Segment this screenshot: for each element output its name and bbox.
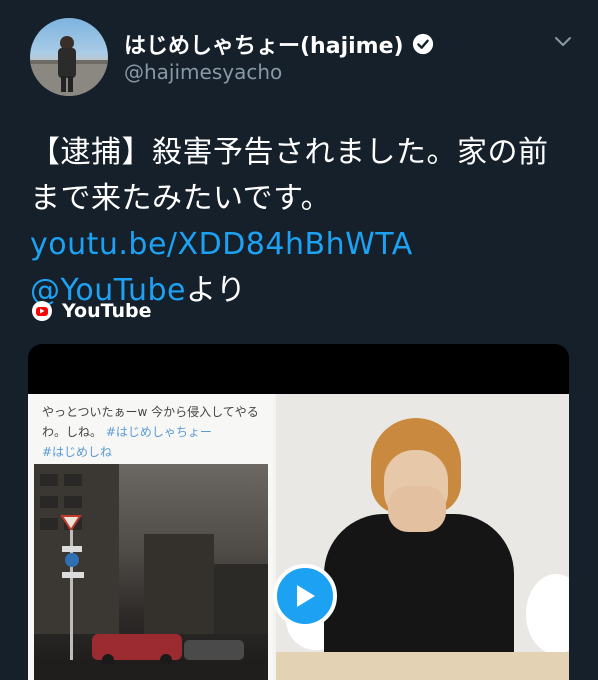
author-name-row: はじめしゃちょー(hajime) xyxy=(124,28,434,60)
play-button[interactable] xyxy=(273,564,337,628)
display-name[interactable]: はじめしゃちょー(hajime) xyxy=(124,28,404,60)
avatar-photo xyxy=(30,36,108,96)
card-source: YouTube xyxy=(32,300,151,322)
video-thumbnail[interactable]: やっとついたぁーw 今から侵入してやるわ。しね。 #はじめしゃちょー #はじめし… xyxy=(28,394,569,680)
youtube-logo-icon xyxy=(32,301,52,321)
card-source-label: YouTube xyxy=(62,300,152,322)
plush-toy xyxy=(526,574,569,654)
tweet-link[interactable]: youtu.be/XDD84hBhWTA xyxy=(30,227,413,262)
avatar[interactable] xyxy=(30,18,108,96)
play-icon xyxy=(297,585,315,607)
embedded-hashtag: #はじめしね xyxy=(42,445,113,459)
verified-badge-icon xyxy=(412,33,433,55)
person-hands xyxy=(388,486,446,532)
embedded-tweet-text: やっとついたぁーw 今から侵入してやるわ。しね。 #はじめしゃちょー #はじめし… xyxy=(42,402,267,462)
embedded-hashtag: #はじめしゃちょー xyxy=(105,425,212,439)
tweet-text-body: 【逮捕】殺害予告されました。家の前まで来たみたいです。 xyxy=(30,135,549,216)
tweet-text-suffix: より xyxy=(186,273,247,308)
thumbnail-left-panel: やっとついたぁーw 今から侵入してやるわ。しね。 #はじめしゃちょー #はじめし… xyxy=(28,394,273,680)
table-surface xyxy=(276,652,569,680)
handle[interactable]: @hajimesyacho xyxy=(124,60,282,84)
video-card[interactable]: やっとついたぁーw 今から侵入してやるわ。しね。 #はじめしゃちょー #はじめし… xyxy=(28,344,569,680)
chevron-down-icon[interactable] xyxy=(554,36,572,48)
thumbnail-right-panel xyxy=(276,394,569,680)
street-photo xyxy=(34,464,268,680)
tweet-text: 【逮捕】殺害予告されました。家の前まで来たみたいです。 youtu.be/XDD… xyxy=(30,130,570,314)
person-body xyxy=(324,514,514,664)
